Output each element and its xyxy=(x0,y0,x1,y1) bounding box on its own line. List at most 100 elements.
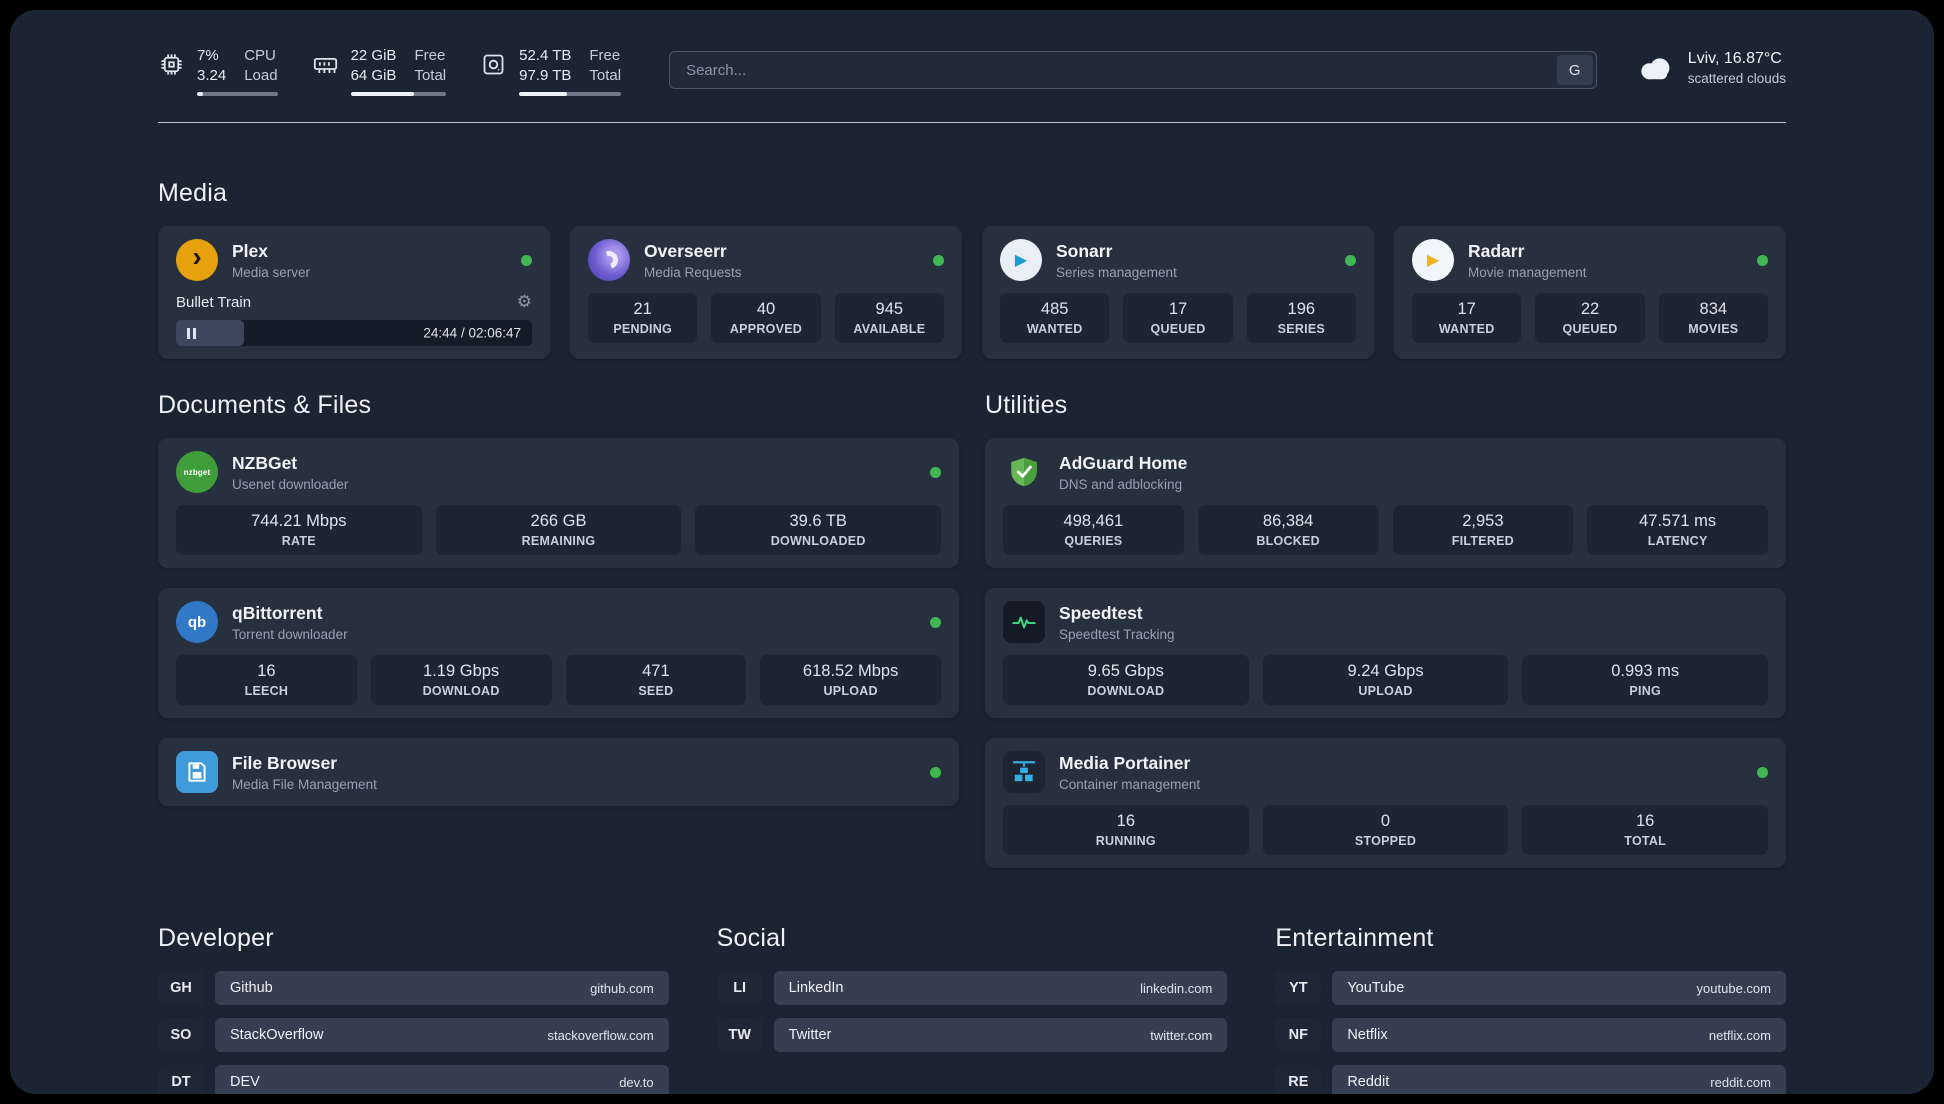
portainer-crane-icon xyxy=(1003,751,1045,793)
social-group-title: Social xyxy=(716,924,786,952)
service-card-nzbget[interactable]: nzbget NZBGet Usenet downloader 744.21 M… xyxy=(158,438,959,568)
service-name: File Browser xyxy=(232,752,338,773)
stat-tile: 22 QUEUED xyxy=(1535,293,1645,343)
media-section-title: Media xyxy=(158,179,228,207)
section-utilities: Utilities AdGuard Home DNS and adblockin… xyxy=(985,391,1786,868)
stat-tile: 17 QUEUED xyxy=(1123,293,1233,343)
bookmark-reddit[interactable]: RE Reddit reddit.com xyxy=(1275,1065,1786,1094)
stat-tile: 196 SERIES xyxy=(1246,293,1356,343)
bookmark-linkedin[interactable]: LI LinkedIn linkedin.com xyxy=(716,971,1228,1005)
bookmark-domain: linkedin.com xyxy=(1140,980,1213,996)
service-name: AdGuard Home xyxy=(1059,452,1188,473)
bookmark-domain: youtube.com xyxy=(1696,980,1771,996)
bookmark-youtube[interactable]: YT YouTube youtube.com xyxy=(1275,971,1786,1005)
search-engine-button[interactable]: G xyxy=(1556,55,1593,85)
bookmark-dev[interactable]: DT DEV dev.to xyxy=(158,1065,669,1094)
stat-tile: 498,461 QUERIES xyxy=(1003,505,1184,555)
service-name: Sonarr xyxy=(1056,240,1113,261)
service-subtitle: Torrent downloader xyxy=(232,626,348,642)
service-card-plex[interactable]: › Plex Media server Bullet Train ⚙ 24:44… xyxy=(158,226,550,359)
bookmark-name: DEV xyxy=(230,1074,260,1090)
disk-widget: 52.4 TB 97.9 TB Free Total xyxy=(480,46,622,96)
memory-free-value: 22 GiB xyxy=(350,47,397,64)
bookmark-abbr[interactable]: DT xyxy=(158,1065,204,1094)
bookmark-domain: dev.to xyxy=(619,1074,654,1090)
memory-total-label: Total xyxy=(414,66,447,84)
memory-usage-bar xyxy=(350,92,447,96)
stat-tile: 266 GB REMAINING xyxy=(435,505,682,555)
stat-tile: 945 AVAILABLE xyxy=(834,293,944,343)
bookmark-domain: github.com xyxy=(590,980,654,996)
bookmark-abbr[interactable]: TW xyxy=(716,1018,763,1052)
service-card-sonarr[interactable]: ▶ Sonarr Series management 485 WANTED 17… xyxy=(982,226,1374,359)
search-input[interactable] xyxy=(669,51,1597,89)
status-online-dot xyxy=(1757,254,1768,266)
bookmark-name: StackOverflow xyxy=(230,1027,324,1043)
stat-tile: 16 TOTAL xyxy=(1522,805,1769,855)
cpu-load-label: Load xyxy=(244,66,278,84)
status-online-dot xyxy=(1345,254,1356,266)
service-card-overseerr[interactable]: Overseerr Media Requests 21 PENDING 40 A… xyxy=(570,226,962,359)
stat-tile: 0 STOPPED xyxy=(1262,805,1509,855)
disk-free-value: 52.4 TB xyxy=(519,47,572,64)
adguard-shield-icon xyxy=(1003,451,1045,493)
bookmark-github[interactable]: GH Github github.com xyxy=(158,971,669,1005)
bookmark-twitter[interactable]: TW Twitter twitter.com xyxy=(716,1018,1228,1052)
stat-tile: 86,384 BLOCKED xyxy=(1197,505,1379,555)
service-card-adguard[interactable]: AdGuard Home DNS and adblocking 498,461 … xyxy=(985,438,1786,568)
playback-progress-bar[interactable]: 24:44 / 02:06:47 xyxy=(176,320,532,346)
settings-gear-icon[interactable]: ⚙ xyxy=(517,292,532,312)
disk-total-label: Total xyxy=(589,66,622,84)
service-name: NZBGet xyxy=(232,452,298,473)
utilities-section-title: Utilities xyxy=(985,391,1068,419)
stat-tile: 485 WANTED xyxy=(1000,293,1110,343)
topbar: 7% 3.24 CPU Load 22 GiB 64 GiB Free Tota… xyxy=(158,46,1786,96)
pause-icon[interactable] xyxy=(187,327,196,339)
service-card-filebrowser[interactable]: File Browser Media File Management xyxy=(158,738,959,806)
bookmark-netflix[interactable]: NF Netflix netflix.com xyxy=(1275,1018,1786,1052)
service-card-portainer[interactable]: Media Portainer Container management 16 … xyxy=(985,738,1786,868)
service-subtitle: Series management xyxy=(1056,264,1177,280)
service-subtitle: DNS and adblocking xyxy=(1059,476,1183,492)
service-name: Speedtest xyxy=(1059,602,1143,623)
stat-tile: 21 PENDING xyxy=(588,293,698,343)
bookmark-domain: reddit.com xyxy=(1710,1074,1771,1090)
stat-tile: 47.571 ms LATENCY xyxy=(1587,505,1768,555)
stat-tile: 471 SEED xyxy=(565,655,747,705)
qbittorrent-icon: qb xyxy=(176,601,218,643)
service-name: Overseerr xyxy=(644,240,727,261)
service-card-speedtest[interactable]: Speedtest Speedtest Tracking 9.65 Gbps D… xyxy=(985,588,1786,718)
speedtest-pulse-icon xyxy=(1003,601,1045,643)
weather-widget: Lviv, 16.87°C scattered clouds xyxy=(1635,50,1786,86)
bookmark-abbr[interactable]: SO xyxy=(158,1018,204,1052)
bookmark-group-entertainment: Entertainment YT YouTube youtube.com NF … xyxy=(1275,924,1786,1094)
status-online-dot xyxy=(930,616,941,628)
stat-tile: 16 RUNNING xyxy=(1003,805,1249,855)
status-online-dot xyxy=(930,466,941,478)
now-playing-title: Bullet Train xyxy=(176,293,252,311)
disk-usage-bar xyxy=(519,92,622,96)
cpu-load-value: 3.24 xyxy=(197,66,227,84)
service-name: Plex xyxy=(232,240,268,261)
service-name: Media Portainer xyxy=(1059,752,1191,773)
service-card-radarr[interactable]: ▶ Radarr Movie management 17 WANTED 22 Q… xyxy=(1394,226,1786,359)
cpu-widget: 7% 3.24 CPU Load xyxy=(158,46,278,96)
dashboard-panel: 7% 3.24 CPU Load 22 GiB 64 GiB Free Tota… xyxy=(10,10,1934,1094)
service-subtitle: Usenet downloader xyxy=(232,476,349,492)
bookmark-abbr[interactable]: YT xyxy=(1275,971,1322,1005)
bookmark-abbr[interactable]: GH xyxy=(158,971,204,1005)
bookmark-abbr[interactable]: NF xyxy=(1275,1018,1322,1052)
bookmark-abbr[interactable]: LI xyxy=(716,971,763,1005)
plex-icon: › xyxy=(176,239,218,281)
playback-time: 24:44 / 02:06:47 xyxy=(423,325,521,341)
documents-section-title: Documents & Files xyxy=(158,391,372,419)
stat-tile: 744.21 Mbps RATE xyxy=(176,505,422,555)
service-name: qBittorrent xyxy=(232,602,323,623)
bookmark-stackoverflow[interactable]: SO StackOverflow stackoverflow.com xyxy=(158,1018,669,1052)
cpu-usage-bar xyxy=(197,92,278,96)
service-card-qbittorrent[interactable]: qb qBittorrent Torrent downloader 16 LEE… xyxy=(158,588,959,718)
search-bar: G xyxy=(669,51,1597,89)
memory-total-value: 64 GiB xyxy=(350,66,397,84)
bookmark-abbr[interactable]: RE xyxy=(1275,1065,1322,1094)
developer-group-title: Developer xyxy=(158,924,274,952)
